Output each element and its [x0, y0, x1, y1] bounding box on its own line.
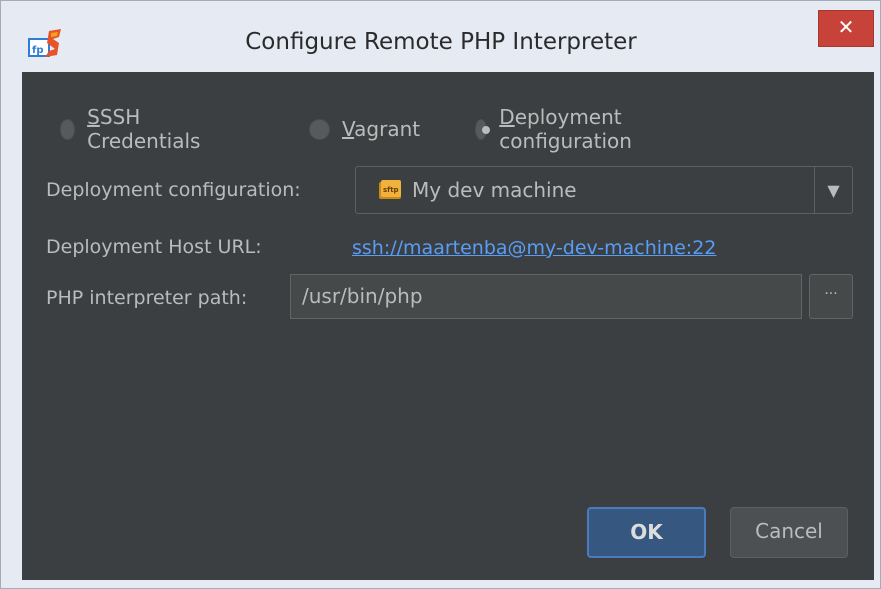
host-url-label: Deployment Host URL:: [46, 236, 262, 258]
svg-text:sftp: sftp: [383, 186, 399, 194]
dialog-content: SSSH Credentials Vagrant Deployment conf…: [22, 72, 874, 580]
cancel-button[interactable]: Cancel: [730, 507, 848, 558]
close-button[interactable]: ✕: [818, 10, 874, 47]
interpreter-path-label: PHP interpreter path:: [46, 287, 248, 309]
browse-button[interactable]: ···: [809, 274, 853, 319]
radio-indicator: [309, 118, 330, 140]
dropdown-arrow-icon[interactable]: ▼: [814, 167, 852, 213]
radio-indicator-checked: [475, 118, 491, 140]
title-bar[interactable]: fp Configure Remote PHP Interpreter ✕: [1, 1, 880, 75]
radio-vagrant[interactable]: Vagrant: [309, 114, 420, 144]
ok-button[interactable]: OK: [587, 507, 706, 558]
dialog-window: fp Configure Remote PHP Interpreter ✕ SS…: [0, 0, 881, 589]
dropdown-selected-value: My dev machine: [412, 178, 577, 202]
deployment-config-dropdown[interactable]: sftp My dev machine ▼: [355, 166, 853, 214]
phpstorm-logo-icon: fp: [28, 29, 61, 57]
svg-text:fp: fp: [32, 45, 44, 56]
radio-deployment-configuration[interactable]: Deployment configuration: [475, 105, 641, 153]
sftp-icon: sftp: [379, 180, 401, 199]
radio-label: SSSH Credentials: [87, 105, 201, 153]
radio-label: Deployment configuration: [499, 105, 632, 153]
deployment-config-label: Deployment configuration:: [46, 179, 301, 201]
radio-label: Vagrant: [342, 117, 421, 141]
interpreter-path-input[interactable]: /usr/bin/php: [290, 274, 802, 319]
dialog-title: Configure Remote PHP Interpreter: [245, 29, 637, 55]
radio-indicator: [60, 118, 76, 140]
radio-ssh-credentials[interactable]: SSSH Credentials: [60, 105, 206, 153]
host-url-link[interactable]: ssh://maartenba@my-dev-machine:22: [352, 237, 716, 259]
